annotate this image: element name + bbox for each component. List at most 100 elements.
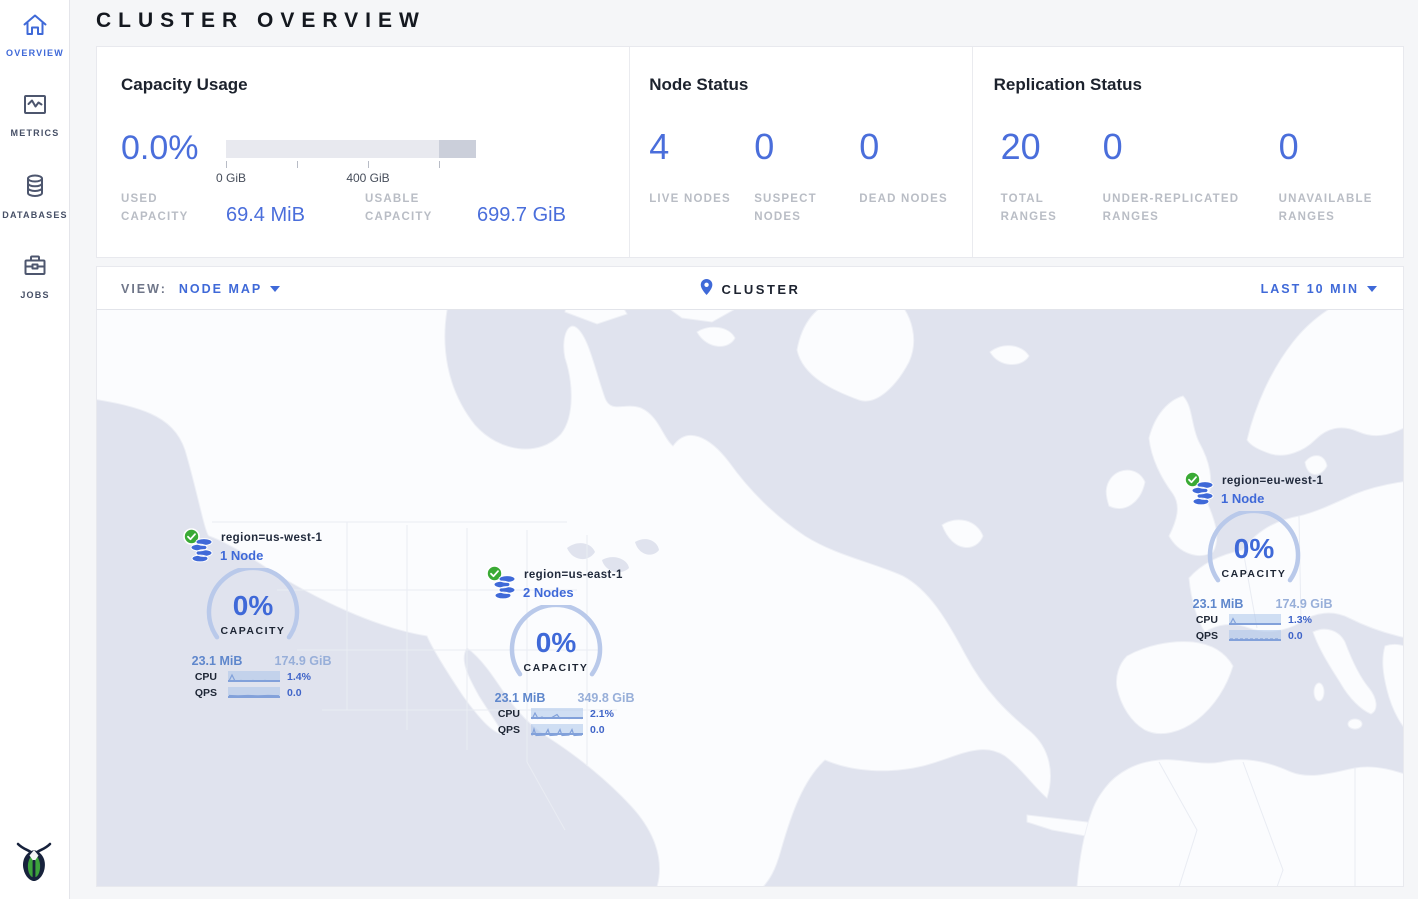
node-region-label: region=us-east-1 [524,569,623,581]
replication-status-section: Replication Status 20 TOTAL RANGES 0 UND… [972,47,1403,257]
location-pin-icon [700,278,714,301]
node-map[interactable]: region=us-west-1 1 Node 0% CAPACITY 23.1… [96,310,1404,887]
capacity-bar-tick [226,161,227,168]
dead-nodes-label: DEAD NODES [859,190,949,208]
sidebar-item-overview[interactable]: OVERVIEW [0,12,70,58]
time-range-dropdown[interactable]: LAST 10 MIN [1261,282,1377,296]
breadcrumb-cluster: CLUSTER [722,282,801,297]
capacity-bar-tick [439,161,440,168]
suspect-nodes-label: SUSPECT NODES [754,190,844,227]
live-nodes-value: 4 [649,129,669,165]
suspect-nodes-value: 0 [754,129,774,165]
node-capacity-label: CAPACITY [508,662,604,674]
cpu-value: 1.3% [1288,614,1312,626]
sidebar-item-label: JOBS [0,290,70,300]
sidebar: OVERVIEW METRICS DATABASES JOBS [0,0,70,899]
database-stack-icon [1190,481,1216,511]
qps-value: 0.0 [1288,630,1303,642]
total-ranges-value: 20 [1001,129,1041,165]
node-region-label: region=eu-west-1 [1222,475,1323,487]
usable-capacity-label: USABLE CAPACITY [365,190,460,227]
cluster-overview-page: OVERVIEW METRICS DATABASES JOBS [0,0,1418,899]
node-region-label: region=us-west-1 [221,532,322,544]
database-stack-icon [189,538,215,568]
qps-label: QPS [183,687,217,699]
briefcase-icon [21,252,49,285]
view-label: VIEW: [121,282,167,296]
qps-label: QPS [1184,630,1218,642]
map-node-us-east-1[interactable]: region=us-east-1 2 Nodes 0% CAPACITY 23.… [486,565,646,741]
map-node-us-west-1[interactable]: region=us-west-1 1 Node 0% CAPACITY 23.1… [183,528,343,704]
cpu-value: 2.1% [590,708,614,720]
qps-sparkline [228,687,280,698]
database-stack-icon [492,575,518,605]
capacity-usage-section: Capacity Usage 0.0% 0 GiB 400 GiB USED C… [97,47,629,257]
map-node-eu-west-1[interactable]: region=eu-west-1 1 Node 0% CAPACITY 23.1… [1184,471,1344,647]
sidebar-item-label: OVERVIEW [0,48,70,58]
live-nodes-label: LIVE NODES [649,190,739,208]
node-count-link[interactable]: 2 Nodes [523,585,574,600]
view-selector-dropdown[interactable]: NODE MAP [179,282,280,296]
capacity-used-percent: 0.0% [121,131,199,165]
cpu-value: 1.4% [287,671,311,683]
node-capacity-percent: 0% [1206,533,1302,565]
node-used-capacity: 23.1 MiB [488,691,552,705]
summary-panel: Capacity Usage 0.0% 0 GiB 400 GiB USED C… [96,46,1404,258]
node-capacity-percent: 0% [205,590,301,622]
node-count-link[interactable]: 1 Node [220,548,263,563]
database-icon [21,172,49,205]
under-replicated-ranges-value: 0 [1103,129,1123,165]
node-used-capacity: 23.1 MiB [185,654,249,668]
cpu-label: CPU [183,671,217,683]
replication-status-title: Replication Status [994,75,1142,95]
view-selector-value: NODE MAP [179,282,262,296]
sidebar-item-label: METRICS [0,128,70,138]
node-usable-capacity: 349.8 GiB [570,691,642,705]
capacity-bar-tick [297,161,298,168]
cpu-sparkline [531,708,583,719]
capacity-tick-label-400: 400 GiB [346,171,389,185]
unavailable-ranges-label: UNAVAILABLE RANGES [1279,190,1399,227]
usable-capacity-value: 699.7 GiB [477,204,566,227]
node-status-title: Node Status [649,75,748,95]
cockroachdb-logo [15,836,53,887]
node-capacity-label: CAPACITY [1206,568,1302,580]
sidebar-item-label: DATABASES [0,210,70,220]
used-capacity-label: USED CAPACITY [121,190,216,227]
cpu-label: CPU [486,708,520,720]
node-usable-capacity: 174.9 GiB [1268,597,1340,611]
node-usable-capacity: 174.9 GiB [267,654,339,668]
node-used-capacity: 23.1 MiB [1186,597,1250,611]
node-count-link[interactable]: 1 Node [1221,491,1264,506]
capacity-bar-tick [368,161,369,168]
chevron-down-icon [270,286,280,292]
qps-value: 0.0 [590,724,605,736]
qps-value: 0.0 [287,687,302,699]
total-ranges-label: TOTAL RANGES [1001,190,1081,227]
capacity-bar-tail [439,140,476,158]
capacity-tick-label-0: 0 GiB [216,171,246,185]
qps-label: QPS [486,724,520,736]
sidebar-item-metrics[interactable]: METRICS [0,92,70,138]
node-status-section: Node Status 4 LIVE NODES 0 SUSPECT NODES… [629,47,971,257]
capacity-bar [226,140,476,158]
qps-sparkline [531,724,583,735]
home-icon [21,12,49,43]
sidebar-item-jobs[interactable]: JOBS [0,252,70,300]
qps-sparkline [1229,630,1281,641]
cpu-sparkline [228,671,280,682]
node-capacity-percent: 0% [508,627,604,659]
cpu-label: CPU [1184,614,1218,626]
used-capacity-value: 69.4 MiB [226,204,305,227]
map-toolbar: VIEW: NODE MAP CLUSTER LAST 10 MIN [96,266,1404,310]
capacity-usage-title: Capacity Usage [121,75,248,95]
dead-nodes-value: 0 [859,129,879,165]
sidebar-item-databases[interactable]: DATABASES [0,172,70,220]
node-capacity-label: CAPACITY [205,625,301,637]
unavailable-ranges-value: 0 [1279,129,1299,165]
page-title: CLUSTER OVERVIEW [96,9,426,33]
chevron-down-icon [1367,286,1377,292]
time-range-value: LAST 10 MIN [1261,282,1359,296]
metrics-chart-icon [21,92,49,123]
cpu-sparkline [1229,614,1281,625]
